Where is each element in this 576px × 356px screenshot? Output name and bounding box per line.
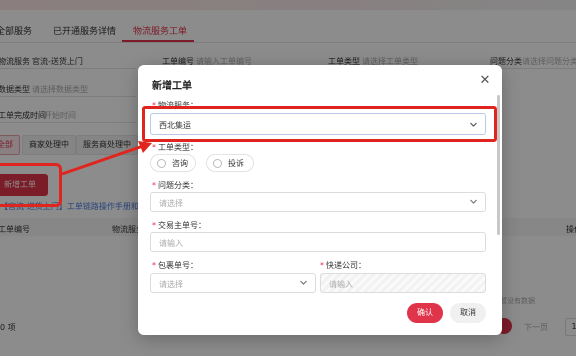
- type-radio-consult[interactable]: 咨询: [150, 154, 196, 172]
- dialog-title: 新增工单: [152, 81, 192, 92]
- parcel-select[interactable]: 请选择: [150, 273, 316, 293]
- tx-input-placeholder: 请输入: [159, 239, 183, 248]
- problem-field-label: * 问题分类：: [152, 181, 198, 190]
- radio-circle-icon: [157, 159, 166, 168]
- radio-circle-icon: [213, 159, 222, 168]
- cancel-button[interactable]: 取消: [450, 303, 486, 323]
- express-field-label: * 快递公司：: [320, 261, 366, 270]
- highlight-new-order-button: [0, 163, 62, 207]
- parcel-field-label: * 包裹单号：: [152, 261, 198, 270]
- confirm-button[interactable]: 确认: [407, 303, 443, 323]
- type-radio-consult-label: 咨询: [172, 159, 188, 168]
- highlight-service-select: [142, 106, 497, 142]
- chevron-down-icon: [299, 278, 308, 287]
- problem-select-placeholder: 请选择: [159, 199, 183, 208]
- express-input: 请输入: [320, 273, 486, 293]
- type-radio-complaint-label: 投诉: [228, 159, 244, 168]
- parcel-select-placeholder: 请选择: [159, 280, 183, 289]
- problem-select[interactable]: 请选择: [150, 192, 486, 212]
- type-field-label: * 工单类型：: [152, 143, 198, 152]
- type-radio-complaint[interactable]: 投诉: [206, 154, 254, 172]
- chevron-down-icon: [469, 197, 478, 206]
- tx-input[interactable]: 请输入: [150, 232, 486, 252]
- close-icon[interactable]: ✕: [478, 74, 492, 88]
- dialog-scrollbar[interactable]: [497, 95, 500, 235]
- express-input-placeholder: 请输入: [329, 280, 353, 289]
- tx-field-label: * 交易主单号：: [152, 221, 206, 230]
